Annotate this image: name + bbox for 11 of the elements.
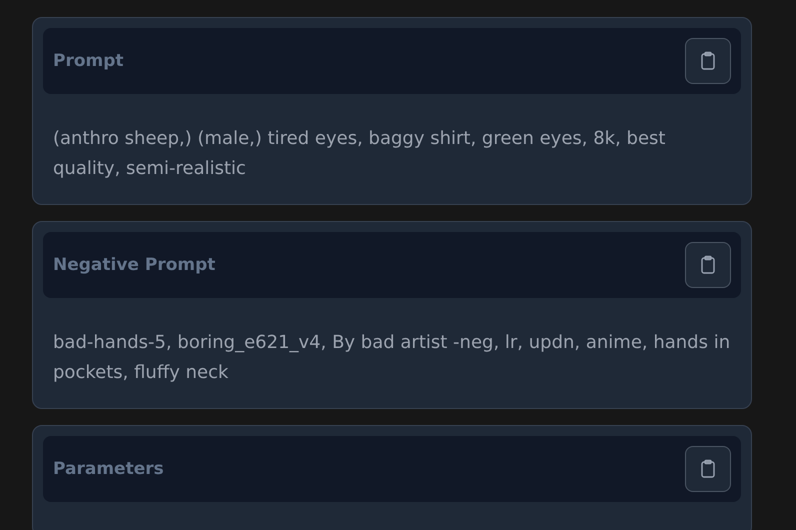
clipboard-icon (700, 255, 716, 275)
section-text: (anthro sheep,) (male,) tired eyes, baggy shirt, green eyes, 8k, best quality, semi-realistic (53, 127, 666, 181)
copy-button[interactable] (685, 38, 731, 84)
clipboard-icon (700, 51, 716, 71)
copy-button[interactable] (685, 242, 731, 288)
section-title: Parameters (53, 459, 164, 479)
section-title: Negative Prompt (53, 255, 216, 275)
copy-button[interactable] (685, 446, 731, 492)
clipboard-icon (700, 459, 716, 479)
section-title: Prompt (53, 51, 124, 71)
section-text: bad-hands-5, boring_e621_v4, By bad artist -neg, lr, updn, anime, hands in pockets, fluffy neck (53, 331, 731, 385)
